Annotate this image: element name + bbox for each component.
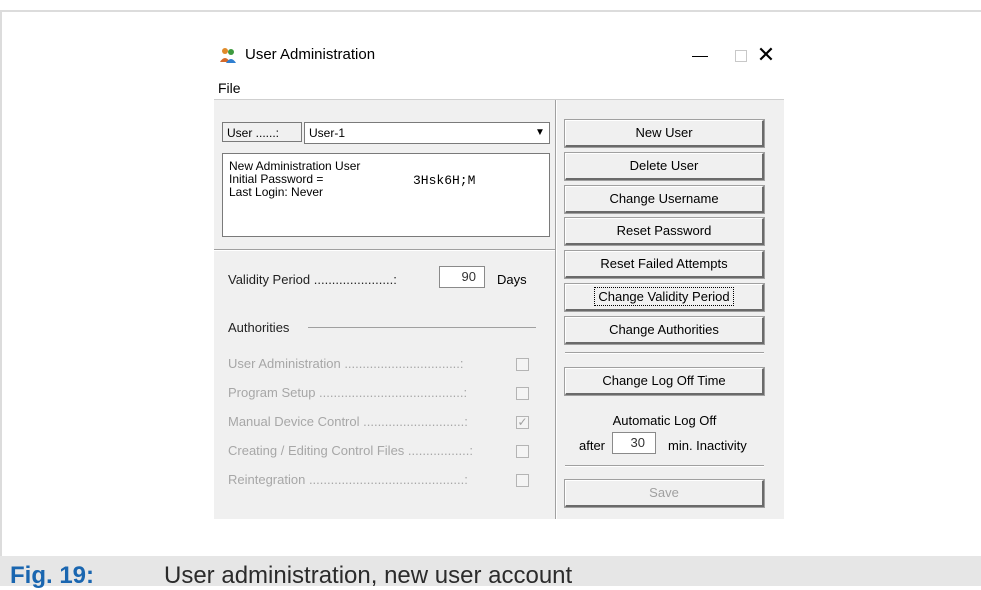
user-select[interactable]: User-1 ▼	[304, 122, 550, 144]
new-user-label: New User	[635, 125, 693, 140]
reset-failed-attempts-button[interactable]: Reset Failed Attempts	[564, 250, 765, 279]
authorities-rule	[308, 327, 536, 328]
authorities-heading: Authorities	[228, 320, 290, 335]
minimize-icon	[692, 55, 708, 57]
log-off-minutes-field[interactable]: 30	[612, 432, 656, 454]
menu-file[interactable]: File	[218, 80, 241, 96]
save-button[interactable]: Save	[564, 479, 765, 508]
change-authorities-button[interactable]: Change Authorities	[564, 316, 765, 345]
close-button[interactable]: ✕	[746, 42, 786, 68]
figure-caption: Fig. 19: User administration, new user a…	[0, 556, 981, 589]
user-administration-window: User Administration ✕ File User ......: …	[214, 38, 786, 519]
change-authorities-label: Change Authorities	[609, 322, 719, 337]
validity-period-field[interactable]: 90	[439, 266, 485, 288]
user-select-value: User-1	[309, 126, 346, 140]
perm-user-administration-checkbox[interactable]	[516, 358, 529, 371]
delete-user-label: Delete User	[629, 158, 699, 173]
right-separator-1-highlight	[565, 353, 764, 354]
perm-program-setup-checkbox[interactable]	[516, 387, 529, 400]
delete-user-button[interactable]: Delete User	[564, 152, 765, 181]
change-log-off-time-label: Change Log Off Time	[602, 373, 726, 388]
users-icon	[219, 46, 237, 64]
dialog-client-area: User ......: User-1 ▼ New Administration…	[214, 99, 784, 519]
validity-unit: Days	[497, 272, 527, 287]
chevron-down-icon[interactable]: ▼	[531, 123, 549, 143]
perm-manual-device-control-checkbox[interactable]: ✓	[516, 416, 529, 429]
window-title: User Administration	[245, 46, 376, 63]
validity-label: Validity Period ......................:	[228, 272, 397, 287]
perm-reintegration-checkbox[interactable]	[516, 474, 529, 487]
new-user-button[interactable]: New User	[564, 119, 765, 148]
after-label: after	[579, 438, 606, 453]
user-label: User ......:	[222, 122, 302, 142]
page-frame-top	[0, 10, 981, 12]
automatic-log-off-label: Automatic Log Off	[612, 413, 717, 428]
perm-program-setup-label: Program Setup ..........................…	[228, 385, 468, 400]
change-username-label: Change Username	[609, 191, 719, 206]
minimize-button[interactable]	[680, 42, 720, 68]
change-username-button[interactable]: Change Username	[564, 185, 765, 214]
reset-password-button[interactable]: Reset Password	[564, 217, 765, 246]
reset-failed-attempts-label: Reset Failed Attempts	[600, 256, 728, 271]
vertical-divider-highlight	[556, 100, 557, 519]
save-label: Save	[649, 485, 679, 500]
inactivity-unit: min. Inactivity	[668, 438, 747, 453]
reset-password-label: Reset Password	[616, 223, 712, 238]
perm-reintegration-label: Reintegration ..........................…	[228, 472, 468, 487]
change-log-off-time-button[interactable]: Change Log Off Time	[564, 367, 765, 396]
change-validity-period-label: Change Validity Period	[594, 287, 734, 306]
right-separator-2-highlight	[565, 466, 764, 467]
page-frame-left	[0, 10, 2, 556]
perm-control-files-label: Creating / Editing Control Files .......…	[228, 443, 473, 458]
change-validity-period-button[interactable]: Change Validity Period	[564, 283, 765, 312]
info-line-3: Last Login: Never	[229, 185, 324, 199]
left-separator-highlight	[214, 250, 555, 251]
perm-manual-device-control-label: Manual Device Control ..................…	[228, 414, 468, 429]
perm-control-files-checkbox[interactable]	[516, 445, 529, 458]
user-info-box: New Administration User Initial Password…	[222, 153, 550, 237]
perm-user-administration-label: User Administration ....................…	[228, 356, 464, 371]
initial-password: 3Hsk6H;M	[413, 173, 476, 188]
